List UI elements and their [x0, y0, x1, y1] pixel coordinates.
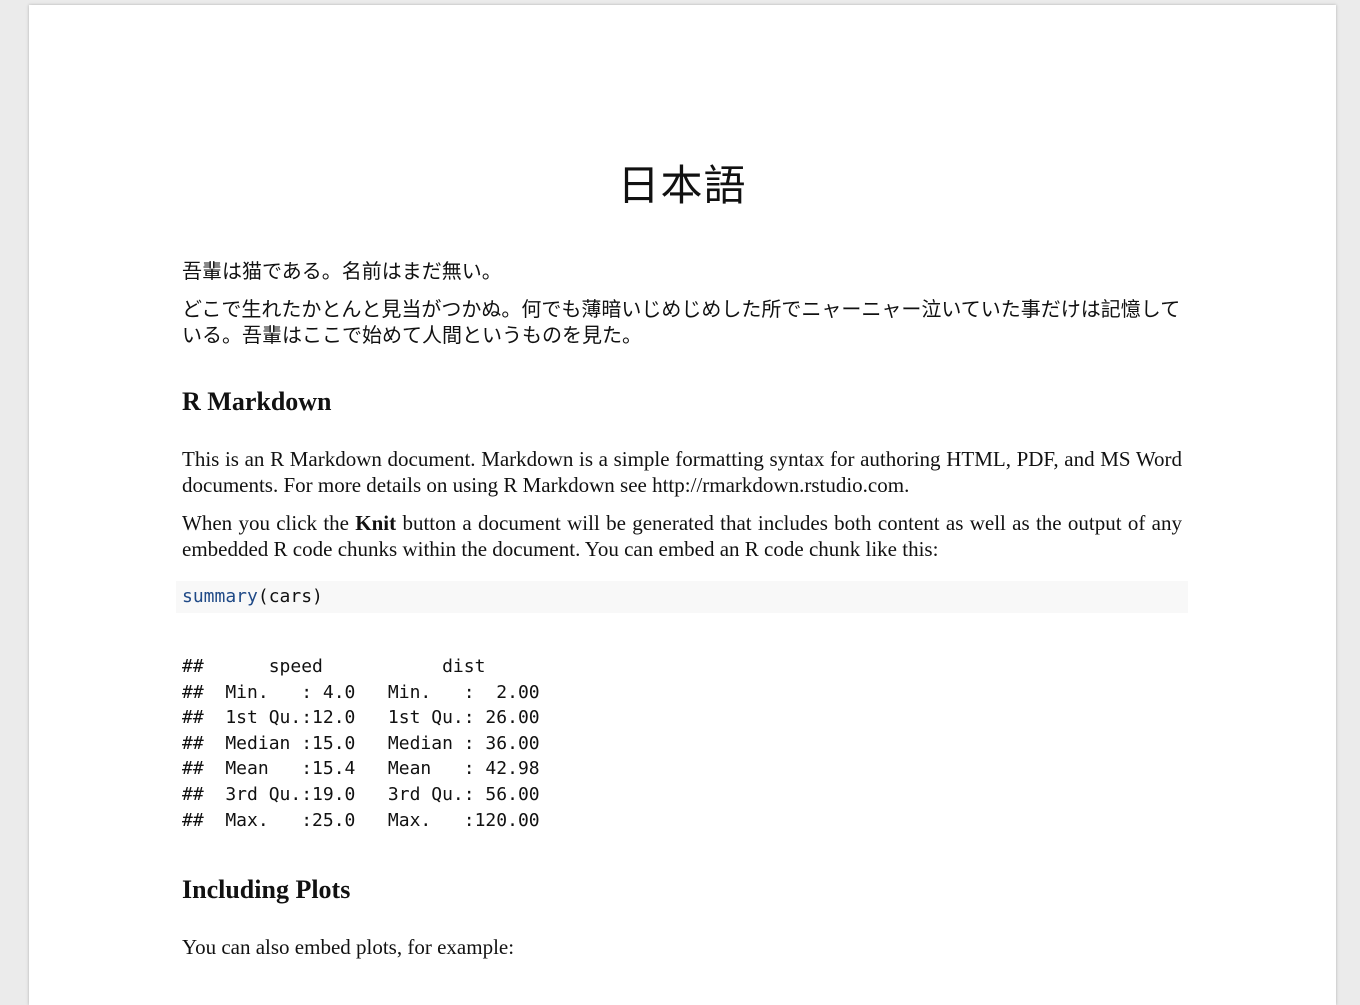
output-line: ## Median :15.0 Median : 36.00 — [182, 732, 562, 754]
document-page: 日本語 吾輩は猫である。名前はまだ無い。 どこで生れたかとんと見当がつかぬ。何で… — [29, 5, 1336, 1005]
output-line: ## Max. :25.0 Max. :120.00 — [182, 809, 562, 831]
output-line: ## 1st Qu.:12.0 1st Qu.: 26.00 — [182, 707, 562, 729]
knit-paragraph: When you click the Knit button a documen… — [182, 510, 1182, 562]
code-chunk: summary(cars) — [176, 581, 1188, 613]
code-output: ## speed dist ## Min. : 4.0 Min. : 2.00 … — [182, 654, 561, 833]
section-heading-including-plots: Including Plots — [182, 875, 351, 904]
r-markdown-intro-paragraph: This is an R Markdown document. Markdown… — [182, 447, 1182, 497]
output-line: ## Mean :15.4 Mean : 42.98 — [182, 758, 562, 780]
plots-intro-paragraph: You can also embed plots, for example: — [182, 935, 515, 959]
output-line: ## 3rd Qu.:19.0 3rd Qu.: 56.00 — [182, 783, 562, 805]
japanese-paragraph-1: 吾輩は猫である。名前はまだ無い。 — [182, 259, 502, 283]
output-line: ## Min. : 4.0 Min. : 2.00 — [182, 681, 562, 703]
code-arguments: (cars) — [257, 586, 323, 607]
japanese-paragraph-2: どこで生れたかとんと見当がつかぬ。何でも薄暗いじめじめした所でニャーニャー泣いて… — [182, 297, 1181, 347]
document-title: 日本語 — [617, 161, 747, 210]
output-line: ## speed dist — [182, 656, 562, 677]
code-function-name: summary — [182, 586, 258, 607]
knit-paragraph-text-start: When you click the — [182, 511, 356, 535]
section-heading-r-markdown: R Markdown — [182, 387, 332, 416]
knit-bold-text: Knit — [355, 511, 397, 535]
